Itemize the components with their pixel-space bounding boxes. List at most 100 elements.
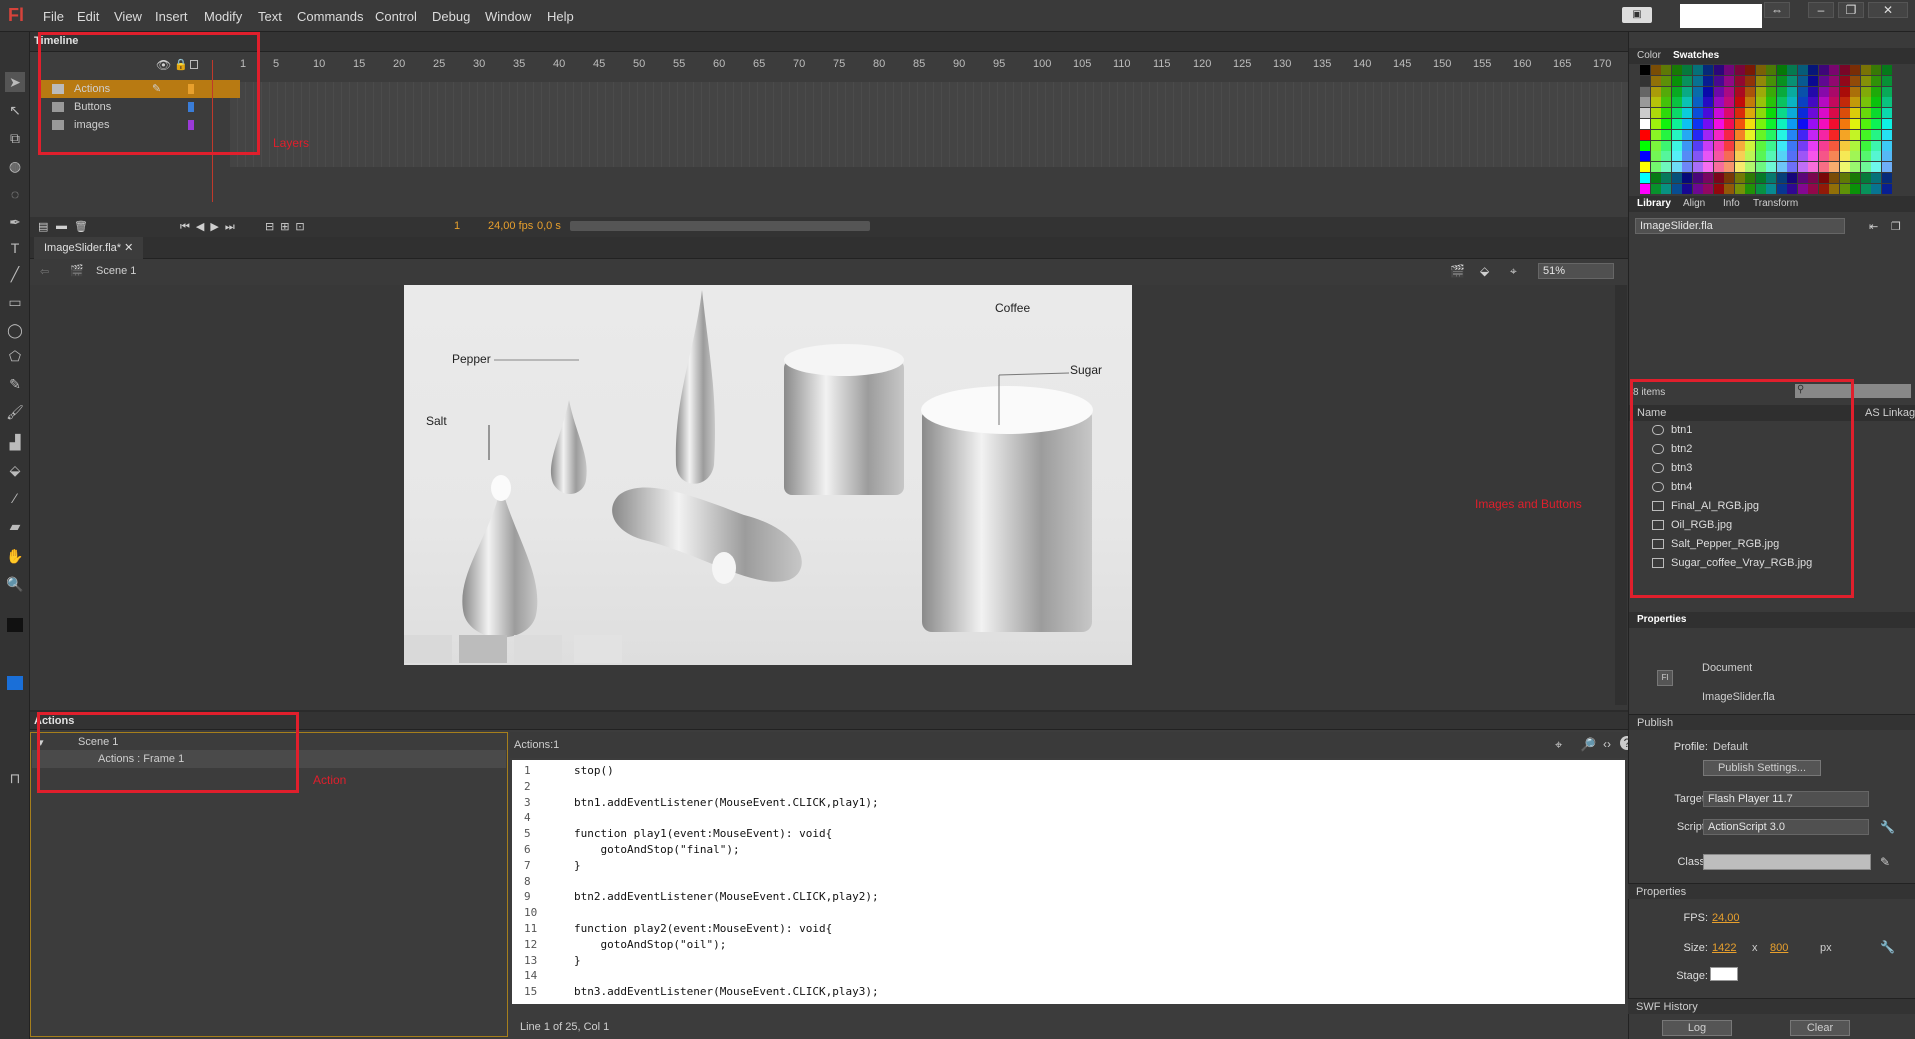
swatch[interactable] xyxy=(1776,108,1787,119)
swatch[interactable] xyxy=(1692,75,1703,86)
swatch[interactable] xyxy=(1808,129,1818,140)
swatch[interactable] xyxy=(1881,86,1892,97)
swatch[interactable] xyxy=(1871,162,1881,173)
swatch[interactable] xyxy=(1797,162,1808,173)
swatch[interactable] xyxy=(1745,183,1755,194)
swatch[interactable] xyxy=(1713,151,1724,162)
swatch[interactable] xyxy=(1661,108,1671,119)
swatch[interactable] xyxy=(1692,151,1703,162)
swatch[interactable] xyxy=(1734,119,1745,129)
swatch[interactable] xyxy=(1671,119,1682,129)
swatch[interactable] xyxy=(1881,140,1892,151)
log-button[interactable]: Log xyxy=(1662,1020,1732,1036)
swatch[interactable] xyxy=(1850,75,1860,86)
swatch[interactable] xyxy=(1860,75,1871,86)
swatch[interactable] xyxy=(1860,173,1871,183)
swatch[interactable] xyxy=(1871,140,1881,151)
swatch[interactable] xyxy=(1745,140,1755,151)
swatch[interactable] xyxy=(1860,97,1871,108)
swatch[interactable] xyxy=(1724,108,1734,119)
swatch[interactable] xyxy=(1755,108,1766,119)
swatch[interactable] xyxy=(1703,86,1713,97)
swatch[interactable] xyxy=(1829,140,1839,151)
new-library-icon[interactable]: ❐ xyxy=(1891,220,1901,233)
swatch[interactable] xyxy=(1871,97,1881,108)
swatch[interactable] xyxy=(1755,86,1766,97)
swatch[interactable] xyxy=(1755,119,1766,129)
frames-grid[interactable] xyxy=(230,82,1628,167)
swatch[interactable] xyxy=(1839,119,1850,129)
swatch[interactable] xyxy=(1871,86,1881,97)
swatch[interactable] xyxy=(1808,162,1818,173)
swatch[interactable] xyxy=(1881,183,1892,194)
find-icon[interactable]: 🔎 xyxy=(1580,737,1596,753)
stage-vscroll[interactable] xyxy=(1615,285,1627,705)
swatch[interactable] xyxy=(1808,86,1818,97)
menu-file[interactable]: File xyxy=(43,9,64,24)
swatch[interactable] xyxy=(1650,183,1661,194)
class-input[interactable] xyxy=(1703,854,1871,870)
properties-section-header[interactable]: Properties xyxy=(1628,883,1915,899)
swatch[interactable] xyxy=(1755,162,1766,173)
swatch[interactable] xyxy=(1640,65,1650,75)
script-select[interactable]: ActionScript 3.0 xyxy=(1703,819,1869,835)
minimize-button[interactable]: – xyxy=(1808,2,1834,18)
library-file-select[interactable]: ImageSlider.fla xyxy=(1635,218,1845,234)
swatch[interactable] xyxy=(1766,75,1776,86)
swatch[interactable] xyxy=(1703,97,1713,108)
menu-text[interactable]: Text xyxy=(258,9,282,24)
swatch[interactable] xyxy=(1724,97,1734,108)
swatch[interactable] xyxy=(1745,119,1755,129)
swatch[interactable] xyxy=(1692,97,1703,108)
swatch[interactable] xyxy=(1703,129,1713,140)
swatch[interactable] xyxy=(1808,75,1818,86)
swatch[interactable] xyxy=(1776,75,1787,86)
swatch[interactable] xyxy=(1650,75,1661,86)
swatch[interactable] xyxy=(1818,173,1829,183)
hand-tool-icon[interactable]: ✋ xyxy=(5,546,25,566)
swatch[interactable] xyxy=(1734,162,1745,173)
swatch[interactable] xyxy=(1787,108,1797,119)
resize-icon[interactable]: ⇔ xyxy=(1764,2,1790,18)
tab-transform[interactable]: Transform xyxy=(1753,198,1798,209)
swatch[interactable] xyxy=(1787,65,1797,75)
subselection-tool-icon[interactable]: ↖ xyxy=(5,100,25,120)
swatch[interactable] xyxy=(1640,151,1650,162)
swatch[interactable] xyxy=(1808,183,1818,194)
swatch[interactable] xyxy=(1787,129,1797,140)
swatch[interactable] xyxy=(1661,97,1671,108)
swatch[interactable] xyxy=(1661,162,1671,173)
swatch[interactable] xyxy=(1724,151,1734,162)
swatch[interactable] xyxy=(1692,129,1703,140)
menu-edit[interactable]: Edit xyxy=(77,9,99,24)
oval-tool-icon[interactable]: ◯ xyxy=(5,320,25,340)
polystar-tool-icon[interactable]: ⬠ xyxy=(5,346,25,366)
menu-view[interactable]: View xyxy=(114,9,142,24)
swatch[interactable] xyxy=(1703,140,1713,151)
pencil-tool-icon[interactable]: ✎ xyxy=(5,374,25,394)
wrench-icon[interactable]: 🔧 xyxy=(1880,820,1895,834)
swatch[interactable] xyxy=(1818,86,1829,97)
swatch[interactable] xyxy=(1755,129,1766,140)
swatch[interactable] xyxy=(1671,140,1682,151)
swatch[interactable] xyxy=(1808,97,1818,108)
thumb-button-4[interactable] xyxy=(574,635,622,663)
swf-history-header[interactable]: SWF History xyxy=(1628,998,1915,1014)
swatch[interactable] xyxy=(1818,151,1829,162)
close-tab-icon[interactable]: ✕ xyxy=(124,242,133,254)
thumb-button-2[interactable] xyxy=(459,635,507,663)
lasso-tool-icon[interactable]: ◌ xyxy=(5,184,25,204)
swatch[interactable] xyxy=(1818,140,1829,151)
timeline-hscroll[interactable] xyxy=(570,221,870,231)
swatch[interactable] xyxy=(1682,151,1692,162)
fps-value[interactable]: 24,00 xyxy=(1712,912,1740,924)
swatch[interactable] xyxy=(1724,65,1734,75)
swatch[interactable] xyxy=(1692,173,1703,183)
swatch[interactable] xyxy=(1797,97,1808,108)
swatch[interactable] xyxy=(1734,140,1745,151)
swatch[interactable] xyxy=(1829,151,1839,162)
swatch[interactable] xyxy=(1724,75,1734,86)
edit-scene-icon[interactable]: 🎬 xyxy=(1450,264,1465,278)
swatch[interactable] xyxy=(1650,86,1661,97)
swatch[interactable] xyxy=(1850,140,1860,151)
